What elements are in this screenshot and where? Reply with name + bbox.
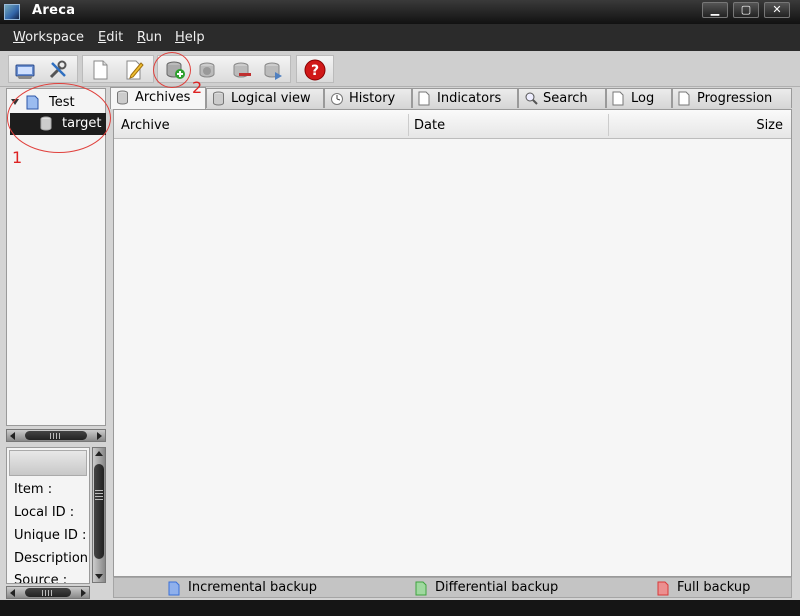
scroll-thumb[interactable] [25, 588, 71, 597]
preferences-tools-icon[interactable] [47, 59, 69, 81]
table-header: Archive Date Size [114, 110, 791, 139]
database-icon [212, 91, 225, 110]
new-document-icon[interactable] [89, 59, 111, 81]
tab-indicators[interactable]: Indicators [412, 88, 518, 108]
maximize-button[interactable]: ▢ [733, 2, 759, 18]
prop-item-label: Item : [14, 482, 53, 497]
tree-group-label: Test [49, 95, 75, 110]
app-icon [4, 4, 20, 20]
tab-history[interactable]: History [324, 88, 412, 108]
bottom-strip [0, 600, 800, 616]
properties-horizontal-scrollbar[interactable] [6, 586, 90, 599]
tab-bar: Archives Logical view History Indicators… [110, 87, 792, 109]
search-icon [524, 91, 538, 110]
tab-search[interactable]: Search [518, 88, 606, 108]
backup-add-icon[interactable] [164, 59, 186, 81]
areca-window: Areca ▁ ▢ ✕ Workspace Edit Run Help ? Te… [0, 0, 800, 616]
menu-help[interactable]: Help [175, 30, 205, 45]
edit-pencil-icon[interactable] [123, 59, 145, 81]
minimize-button[interactable]: ▁ [702, 2, 728, 18]
target-group-icon [26, 95, 39, 114]
window-title: Areca [32, 3, 76, 18]
differential-backup-icon [415, 581, 427, 600]
menu-run[interactable]: Run [137, 30, 162, 45]
svg-text:?: ? [311, 63, 319, 79]
prop-source-label: Source : [14, 573, 68, 584]
incremental-backup-icon [168, 581, 180, 600]
column-size[interactable]: Size [756, 118, 783, 133]
scroll-right-icon[interactable] [97, 432, 102, 440]
annotation-number-2: 2 [192, 78, 203, 97]
scroll-left-icon[interactable] [10, 589, 15, 597]
prop-unique-id-label: Unique ID : [14, 528, 87, 543]
toolbar-group-actions [157, 55, 291, 83]
toolbar-group-edit [82, 55, 154, 83]
prop-description-label: Description : [14, 551, 90, 566]
annotation-number-1: 1 [12, 148, 23, 167]
workspace-tree: Test target [6, 88, 106, 426]
archives-table: Archive Date Size [113, 109, 792, 577]
menu-edit[interactable]: Edit [98, 30, 123, 45]
properties-header [9, 450, 87, 476]
help-icon[interactable]: ? [304, 59, 326, 81]
tab-logical-view[interactable]: Logical view [206, 88, 324, 108]
scroll-down-icon[interactable] [95, 574, 103, 579]
scroll-right-icon[interactable] [81, 589, 86, 597]
properties-panel: Item : Local ID : Unique ID : Descriptio… [6, 447, 90, 584]
properties-vertical-scrollbar[interactable] [92, 447, 106, 583]
full-backup-icon [657, 581, 669, 600]
tab-progression[interactable]: Progression [672, 88, 792, 108]
tree-item-target[interactable]: target [10, 113, 106, 135]
recover-archive-icon[interactable] [262, 59, 284, 81]
document-icon [678, 91, 690, 110]
tab-log[interactable]: Log [606, 88, 672, 108]
column-archive[interactable]: Archive [121, 118, 170, 133]
column-date[interactable]: Date [414, 118, 445, 133]
expand-arrow-icon[interactable] [11, 99, 19, 105]
document-icon [418, 91, 430, 110]
menu-bar: Workspace Edit Run Help [0, 24, 800, 51]
scroll-up-icon[interactable] [95, 451, 103, 456]
database-icon [40, 116, 52, 135]
tree-horizontal-scrollbar[interactable] [6, 429, 106, 442]
prop-local-id-label: Local ID : [14, 505, 75, 520]
scroll-thumb[interactable] [94, 464, 104, 559]
scroll-thumb[interactable] [25, 431, 87, 440]
open-workspace-icon[interactable] [14, 59, 36, 81]
toolbar: ? [0, 51, 800, 87]
clock-icon [330, 91, 344, 110]
delete-archive-icon[interactable] [230, 59, 252, 81]
tree-target-label: target [62, 116, 102, 131]
backup-type-legend: Incremental backup Differential backup F… [113, 577, 792, 598]
title-bar: Areca ▁ ▢ ✕ [0, 0, 800, 24]
menu-workspace[interactable]: Workspace [13, 30, 84, 45]
scroll-left-icon[interactable] [10, 432, 15, 440]
database-icon [116, 90, 129, 109]
document-icon [612, 91, 624, 110]
toolbar-group-workspace [8, 55, 78, 83]
close-button[interactable]: ✕ [764, 2, 790, 18]
toolbar-group-help: ? [296, 55, 334, 83]
